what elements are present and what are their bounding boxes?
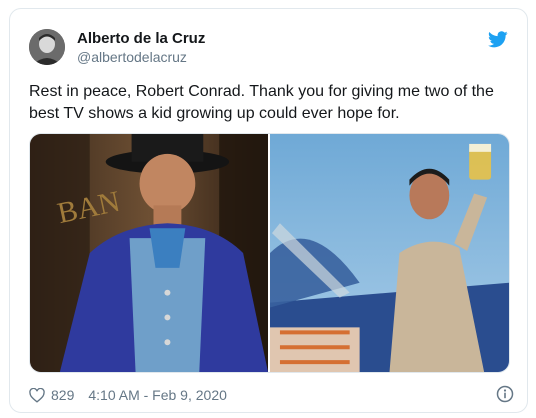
author-handle[interactable]: @albertodelacruz — [77, 49, 187, 65]
like-button[interactable]: 829 — [29, 387, 74, 403]
tweet-card: Alberto de la Cruz @albertodelacruz Rest… — [9, 8, 528, 413]
photo-western-cowboy[interactable]: BAN — [30, 134, 268, 372]
heart-icon — [29, 387, 45, 403]
twitter-bird-icon[interactable] — [488, 31, 508, 48]
like-count: 829 — [51, 387, 75, 403]
photo-pilot-plane[interactable] — [270, 134, 509, 372]
tweet-meta: 829 4:10 AM - Feb 9, 2020 — [29, 385, 514, 405]
avatar[interactable] — [29, 29, 65, 65]
author-name[interactable]: Alberto de la Cruz — [77, 30, 205, 47]
tweet-timestamp[interactable]: 4:10 AM - Feb 9, 2020 — [88, 387, 227, 403]
tweet-text: Rest in peace, Robert Conrad. Thank you … — [29, 83, 494, 122]
tweet-media[interactable]: BAN — [29, 133, 510, 373]
info-icon[interactable] — [496, 385, 514, 403]
